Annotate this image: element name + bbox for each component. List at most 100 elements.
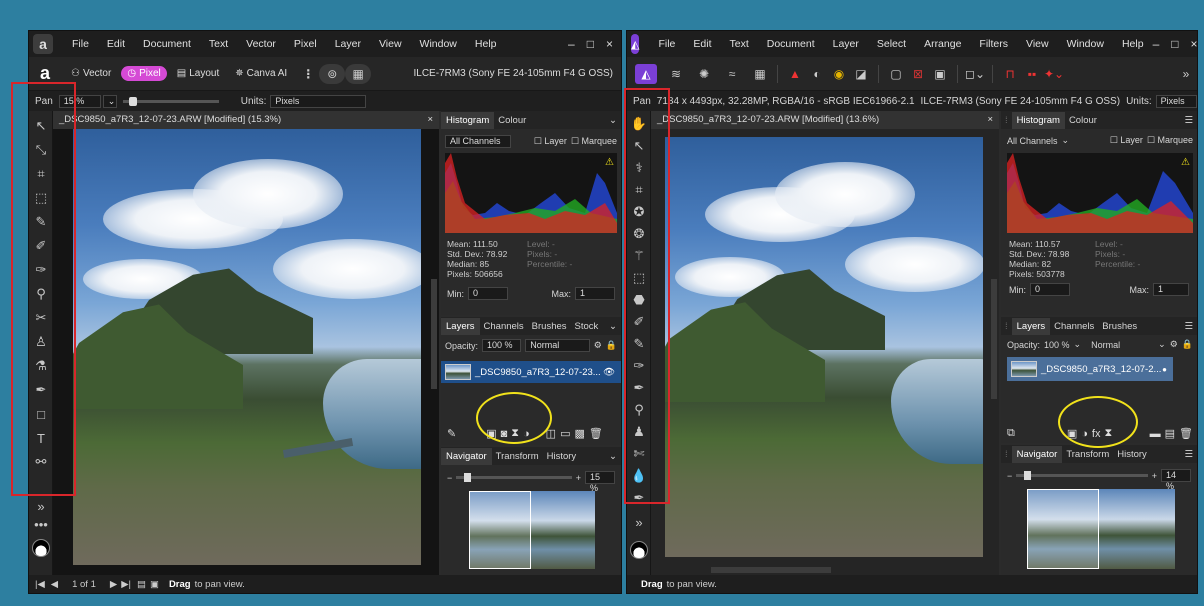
tab-brushes[interactable]: Brushes xyxy=(528,321,571,332)
menu-document[interactable]: Document xyxy=(134,38,200,50)
panel-menu-icon[interactable]: ☰ xyxy=(1180,115,1197,126)
close-button[interactable]: × xyxy=(606,37,613,51)
tab-channels[interactable]: Channels xyxy=(1050,321,1098,332)
close-doc-icon[interactable]: × xyxy=(427,111,433,129)
menu-file[interactable]: File xyxy=(649,38,684,50)
tab-brushes[interactable]: Brushes xyxy=(1098,321,1141,332)
menu-text[interactable]: Text xyxy=(200,38,237,50)
minimize-button[interactable]: – xyxy=(1153,37,1160,51)
channel-dropdown-icon[interactable]: ⌄ xyxy=(1062,135,1070,146)
tab-history[interactable]: History xyxy=(543,451,581,462)
channel-select[interactable]: All Channels xyxy=(445,135,511,148)
document-tab[interactable]: _DSC9850_a7R3_12-07-23.ARW [Modified] (1… xyxy=(53,111,439,129)
menu-layer[interactable]: Layer xyxy=(326,38,370,50)
menu-edit[interactable]: Edit xyxy=(684,38,720,50)
panel-menu-icon[interactable]: ⌄ xyxy=(605,451,621,462)
maximize-button[interactable]: □ xyxy=(1171,37,1178,51)
menu-layer[interactable]: Layer xyxy=(824,38,868,50)
panel-menu-icon[interactable]: ☰ xyxy=(1180,321,1197,332)
navigator-preview[interactable] xyxy=(1027,489,1175,569)
zoom-in-icon[interactable]: + xyxy=(1152,471,1157,481)
marquee-checkbox[interactable]: ☐ Marquee xyxy=(1147,135,1193,146)
blend-dropdown-icon[interactable]: ⌄ xyxy=(1158,339,1166,350)
close-button[interactable]: × xyxy=(1191,37,1198,51)
blend-mode-select[interactable]: Normal xyxy=(525,339,590,352)
panel-menu-icon[interactable]: ⌄ xyxy=(605,115,621,126)
opacity-field[interactable]: 100 % xyxy=(1044,340,1070,350)
snapping-icon[interactable]: ⊓ xyxy=(999,64,1021,84)
navigator-zoom-slider[interactable] xyxy=(1016,471,1148,480)
canva-ai-persona-button[interactable]: ✵ Canva AI xyxy=(229,66,293,81)
tab-transform[interactable]: Transform xyxy=(492,451,543,462)
settings-gear-icon[interactable]: ⚙ xyxy=(1170,339,1178,350)
marquee-checkbox[interactable]: ☐ Marquee xyxy=(571,136,617,147)
selection-mode-icon[interactable]: ▢ xyxy=(885,64,907,84)
menu-text[interactable]: Text xyxy=(720,38,757,50)
tab-colour[interactable]: Colour xyxy=(494,115,530,126)
lock-icon[interactable]: 🔒 xyxy=(1182,339,1193,350)
minimize-button[interactable]: – xyxy=(568,37,575,51)
zoom-dropdown-icon[interactable]: ⌄ xyxy=(102,94,117,108)
navigator-zoom-field[interactable]: 14 % xyxy=(1161,469,1191,491)
edit-layer-icon[interactable]: ✎ xyxy=(447,427,456,440)
auto-contrast-icon[interactable]: ◐ xyxy=(806,64,828,84)
tab-navigator[interactable]: Navigator xyxy=(441,447,492,465)
zoom-slider[interactable] xyxy=(122,96,219,106)
units-select[interactable]: Pixels xyxy=(270,94,367,108)
menu-select[interactable]: Select xyxy=(868,38,915,50)
export-persona-icon[interactable]: ▦ xyxy=(749,64,771,84)
canvas[interactable] xyxy=(53,129,439,577)
layout-persona-button[interactable]: ▤ Layout xyxy=(171,66,225,81)
develop-persona-icon[interactable]: ✺ xyxy=(693,64,715,84)
menu-view[interactable]: View xyxy=(370,38,411,50)
expand-tools-icon[interactable]: » xyxy=(32,497,50,515)
auto-colours-icon[interactable]: ◉ xyxy=(828,64,850,84)
panel-menu-icon[interactable]: ☰ xyxy=(1180,449,1197,460)
visibility-eye-icon[interactable]: 👁 xyxy=(603,367,615,378)
menu-document[interactable]: Document xyxy=(758,38,824,50)
delete-layer-icon[interactable]: 🗑 xyxy=(1179,427,1193,440)
menu-pixel[interactable]: Pixel xyxy=(285,38,326,50)
tab-layers[interactable]: Layers xyxy=(1011,317,1051,335)
add-pixel-layer-icon[interactable]: ▤ xyxy=(1165,427,1175,440)
units-select[interactable]: Pixels xyxy=(1155,94,1197,108)
maximize-button[interactable]: □ xyxy=(587,37,594,51)
menu-edit[interactable]: Edit xyxy=(98,38,134,50)
grid-snapping-icon[interactable]: ▦ xyxy=(345,63,372,84)
navigator-zoom-field[interactable]: 15 % xyxy=(585,471,615,493)
document-tab[interactable]: _DSC9850_a7R3_12-07-23.ARW [Modified] (1… xyxy=(651,111,999,129)
tab-histogram[interactable]: Histogram xyxy=(441,111,495,129)
channel-select[interactable]: All Channels xyxy=(1007,136,1058,146)
view-rectangle[interactable] xyxy=(1027,489,1099,569)
more-tools-icon[interactable]: ••• xyxy=(32,515,50,533)
prev-page-icon[interactable]: ◀ xyxy=(51,579,58,590)
zoom-in-icon[interactable]: + xyxy=(576,473,581,483)
color-swatch[interactable] xyxy=(32,539,50,557)
zoom-out-icon[interactable]: − xyxy=(447,473,452,483)
toolbar-overflow-icon[interactable]: » xyxy=(1175,64,1197,84)
auto-levels-icon[interactable]: ▲ xyxy=(784,64,806,84)
next-page-icon[interactable]: ▶ xyxy=(110,579,117,590)
opacity-field[interactable]: 100 % xyxy=(482,339,522,352)
layer-options-icon[interactable]: ⧉ xyxy=(1007,427,1015,440)
invert-selection-icon[interactable]: ▣ xyxy=(929,64,951,84)
layer-checkbox[interactable]: ☐ Layer xyxy=(1110,135,1143,146)
menu-view[interactable]: View xyxy=(1017,38,1058,50)
add-pixel-layer-icon[interactable]: ▩ xyxy=(574,427,584,440)
auto-white-balance-icon[interactable]: ◪ xyxy=(850,64,872,84)
assistant-icon[interactable]: ✦⌄ xyxy=(1043,64,1065,84)
delete-layer-icon[interactable]: 🗑 xyxy=(589,427,603,440)
tab-histogram[interactable]: Histogram xyxy=(1011,111,1065,129)
lock-icon[interactable]: 🔒 xyxy=(606,340,617,351)
group-icon[interactable]: ▬ xyxy=(1150,428,1161,440)
menu-file[interactable]: File xyxy=(63,38,98,50)
page-view-icon[interactable]: ▣ xyxy=(150,579,159,590)
menu-help[interactable]: Help xyxy=(466,38,506,50)
zoom-out-icon[interactable]: − xyxy=(1007,471,1012,481)
menu-window[interactable]: Window xyxy=(1058,38,1113,50)
deselect-icon[interactable]: ⊠ xyxy=(907,64,929,84)
menu-window[interactable]: Window xyxy=(411,38,466,50)
photo-persona-icon[interactable]: ◭ xyxy=(635,63,657,84)
tab-channels[interactable]: Channels xyxy=(480,321,528,332)
menu-filters[interactable]: Filters xyxy=(970,38,1017,50)
